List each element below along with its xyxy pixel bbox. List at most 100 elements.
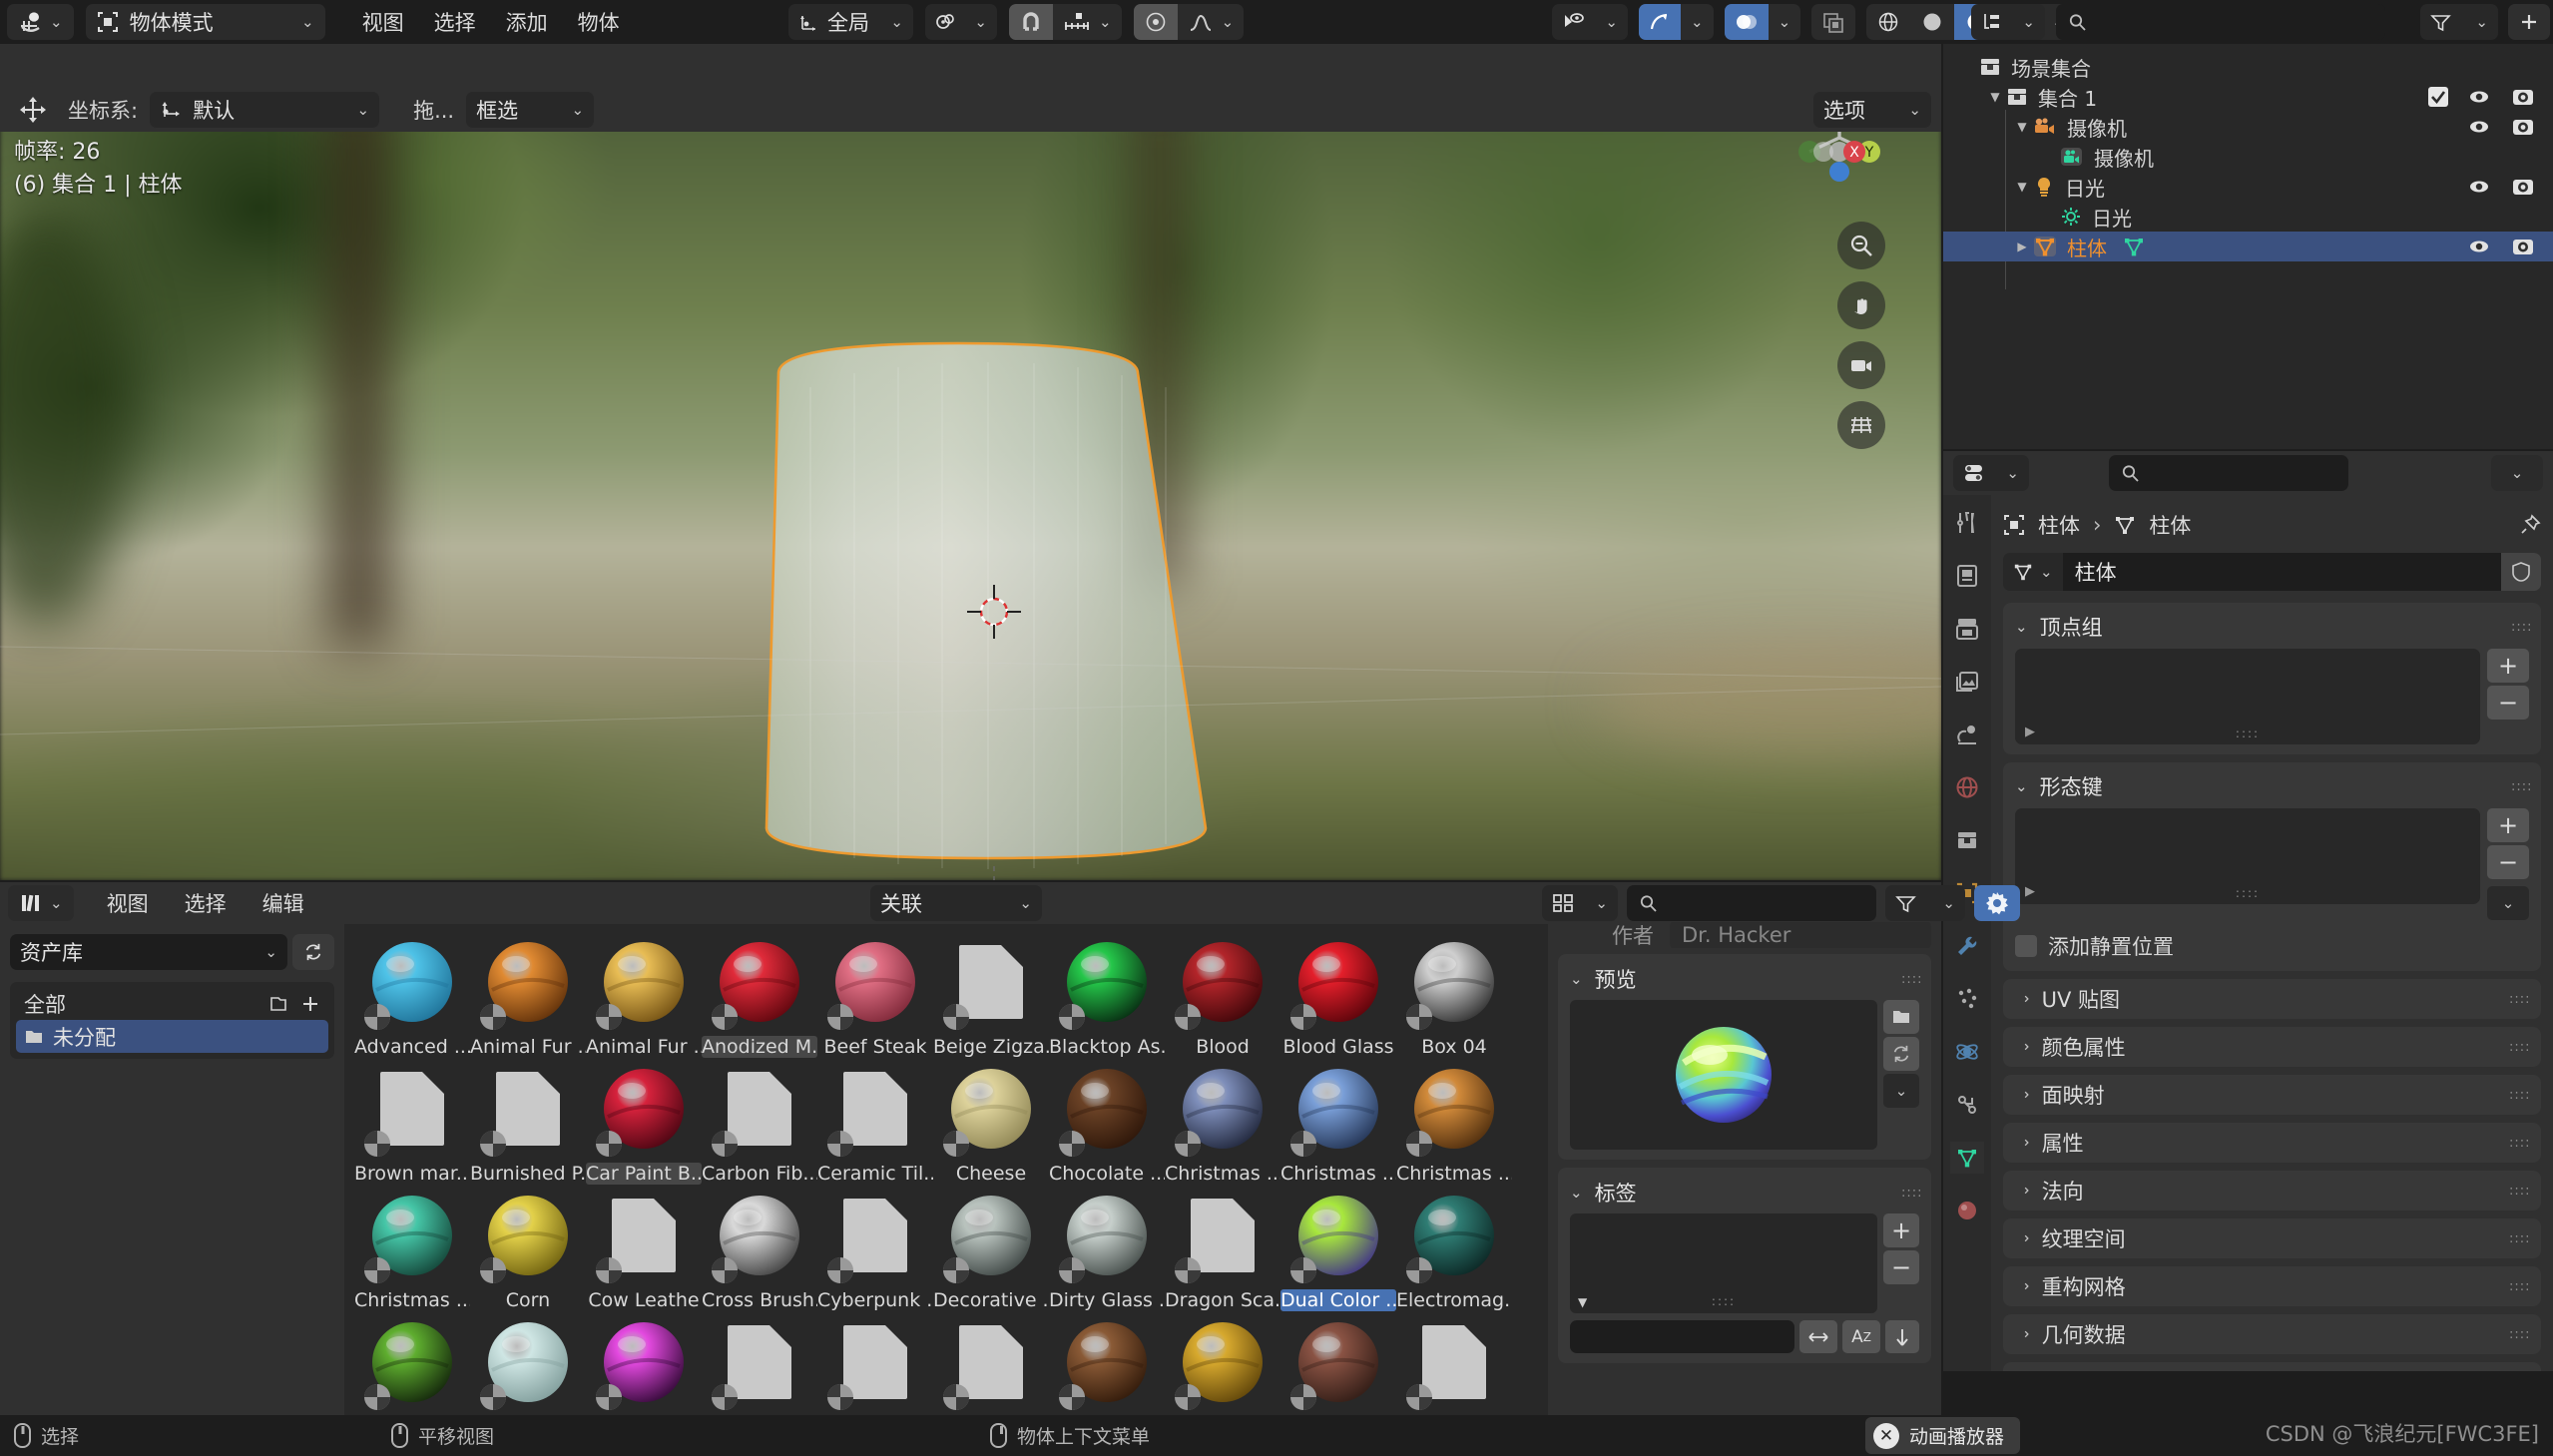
mode-selector[interactable]: 物体模式 ⌄ xyxy=(86,4,325,40)
tag-add-icon[interactable]: + xyxy=(1883,1213,1919,1247)
remove-item-button[interactable]: − xyxy=(2487,845,2529,879)
resize-horizontal-icon[interactable] xyxy=(1799,1320,1837,1353)
asset-library-panel[interactable]: 资产库 ⌄ 全部 xyxy=(0,924,344,1415)
catalog-tree[interactable]: 全部 未分配 xyxy=(10,982,334,1059)
properties-editor[interactable]: ⌄ ⌄ 柱体 › 柱体 xyxy=(1943,451,2553,1371)
asset-item[interactable]: Anodized M... xyxy=(702,930,817,1058)
asset-browser-editor[interactable]: ⌄ 视图 选择 编辑 关联 ⌄ ⌄ xyxy=(0,882,1941,1415)
asset-item[interactable]: Ceramic Til... xyxy=(817,1057,933,1185)
properties-panel[interactable]: ⌄顶点组::::▶::::+− xyxy=(2003,603,2541,754)
asset-item[interactable]: Christmas ... xyxy=(1396,1057,1512,1185)
properties-panel-collapsed[interactable]: ⌄面映射:::: xyxy=(2003,1075,2541,1115)
asset-search-input[interactable] xyxy=(1627,885,1876,921)
constraints-tab[interactable] xyxy=(1950,1089,1984,1121)
scene-tab[interactable] xyxy=(1950,719,1984,750)
physics-tab[interactable] xyxy=(1950,1036,1984,1068)
properties-search-input[interactable] xyxy=(2109,455,2348,491)
properties-options-dropdown[interactable]: ⌄ xyxy=(2491,455,2543,491)
disable-in-render-icon[interactable] xyxy=(2511,177,2535,197)
asset-item[interactable]: Cyberpunk ... xyxy=(817,1184,933,1311)
asset-browser-editor-type-button[interactable]: ⌄ xyxy=(8,885,74,921)
outliner-checkbox[interactable] xyxy=(2427,86,2449,108)
outliner-row[interactable]: 日光 xyxy=(1943,202,2553,232)
snapping-group[interactable]: ⌄ xyxy=(1009,4,1122,40)
properties-panel-collapsed[interactable]: ⌄属性:::: xyxy=(2003,1123,2541,1163)
render-tab[interactable] xyxy=(1950,560,1984,592)
disclosure-triangle-open-icon[interactable]: ▼ xyxy=(2011,120,2033,134)
asset-item[interactable]: Gray concr xyxy=(817,1310,933,1415)
tool-tab[interactable] xyxy=(1950,507,1984,539)
transform-orientation-dropdown[interactable]: 全局 ⌄ xyxy=(788,4,913,40)
add-icon[interactable] xyxy=(300,994,320,1014)
preview-panel-header[interactable]: ⌄ 预览 :::: xyxy=(1570,964,1919,994)
properties-panel-collapsed[interactable]: ⌄自定义属性:::: xyxy=(2003,1362,2541,1371)
preview-refresh-icon[interactable] xyxy=(1883,1037,1919,1071)
checkbox-row[interactable]: 添加静置位置 xyxy=(2015,931,2529,961)
move-tool-icon[interactable] xyxy=(10,96,56,124)
menu-object[interactable]: 物体 xyxy=(563,4,635,40)
modifier-tab[interactable] xyxy=(1950,930,1984,962)
falloff-dropdown[interactable]: ⌄ xyxy=(1178,4,1245,40)
pan-view-button[interactable] xyxy=(1837,281,1885,329)
tag-input[interactable] xyxy=(1570,1320,1794,1353)
datablock-name-field[interactable]: 柱体 xyxy=(2063,553,2501,591)
tag-remove-icon[interactable]: − xyxy=(1883,1250,1919,1284)
asset-item[interactable]: Burnished P... xyxy=(470,1057,586,1185)
collection-tab[interactable] xyxy=(1950,824,1984,856)
editor-type-button[interactable]: ⌄ xyxy=(7,4,74,40)
datablock-browse-button[interactable]: ⌄ xyxy=(2003,553,2063,591)
disclosure-triangle-open-icon[interactable]: ▼ xyxy=(1984,90,2006,104)
asset-item[interactable]: Frosted Orn xyxy=(470,1310,586,1415)
close-icon[interactable]: ✕ xyxy=(1873,1423,1899,1449)
asset-item[interactable]: Blood Glass xyxy=(1280,930,1396,1058)
list-expand-triangle[interactable]: ▶ xyxy=(2025,725,2035,739)
magnet-icon[interactable] xyxy=(1009,4,1053,40)
proportional-edit-group[interactable]: ⌄ xyxy=(1134,4,1245,40)
properties-panel-collapsed[interactable]: ⌄几何数据:::: xyxy=(2003,1314,2541,1354)
properties-panel-header[interactable]: ⌄形态键:::: xyxy=(2015,772,2529,800)
shading-wireframe-button[interactable] xyxy=(1866,4,1910,40)
asset-item[interactable]: Christmas ... xyxy=(1165,1057,1280,1185)
disable-in-render-icon[interactable] xyxy=(2511,87,2535,107)
import-method-dropdown[interactable]: 关联 ⌄ xyxy=(870,885,1042,921)
world-tab[interactable] xyxy=(1950,771,1984,803)
mesh-data-icon[interactable] xyxy=(2123,236,2145,257)
preview-panel[interactable]: ⌄ 预览 :::: xyxy=(1558,954,1931,1160)
shading-solid-button[interactable] xyxy=(1910,4,1954,40)
asset-item[interactable]: Car Paint B... xyxy=(586,1057,702,1185)
tags-expand-triangle[interactable]: ▼ xyxy=(1578,1295,1587,1309)
properties-panel-collapsed[interactable]: ⌄重构网格:::: xyxy=(2003,1266,2541,1306)
outliner-search-input[interactable] xyxy=(2056,4,2385,40)
remove-item-button[interactable]: − xyxy=(2487,686,2529,720)
hide-in-viewport-icon[interactable] xyxy=(2467,87,2491,107)
outliner-row[interactable]: 摄像机 xyxy=(1943,142,2553,172)
disable-in-render-icon[interactable] xyxy=(2511,237,2535,256)
overlays-icon[interactable] xyxy=(1725,4,1769,40)
toggle-orthographic-button[interactable] xyxy=(1837,401,1885,449)
gizmo-dropdown[interactable]: ⌄ xyxy=(1681,4,1714,40)
proportional-edit-icon[interactable] xyxy=(1134,4,1178,40)
asset-item[interactable]: Beige Zigza... xyxy=(933,930,1049,1058)
viewport-canvas[interactable] xyxy=(0,88,1941,880)
add-item-button[interactable]: + xyxy=(2487,649,2529,683)
asset-item[interactable]: Glow in Dar xyxy=(586,1310,702,1415)
overlays-dropdown[interactable]: ⌄ xyxy=(1769,4,1801,40)
author-value[interactable]: Dr. Hacker xyxy=(1670,922,1931,948)
outliner-editor[interactable]: 场景集合▼集合 1▼摄像机摄像机▼日光日光▶柱体 xyxy=(1943,44,2553,449)
asset-item[interactable]: Dirty Glass ... xyxy=(1049,1184,1165,1311)
properties-panel-collapsed[interactable]: ⌄纹理空间:::: xyxy=(2003,1218,2541,1258)
datablock-name-row[interactable]: ⌄ 柱体 xyxy=(2003,553,2541,591)
outliner-row[interactable]: ▼日光 xyxy=(1943,172,2553,202)
viewport-options-dropdown[interactable]: 选项 ⌄ xyxy=(1813,92,1931,128)
asset-item[interactable]: Honeycomb xyxy=(1165,1310,1280,1415)
properties-list-box[interactable]: ▶:::: xyxy=(2015,649,2480,744)
asset-item[interactable]: Animal Fur ... xyxy=(586,930,702,1058)
asset-menu-edit[interactable]: 编辑 xyxy=(248,885,319,921)
gizmo-group[interactable]: ⌄ xyxy=(1639,4,1714,40)
zoom-view-button[interactable] xyxy=(1837,222,1885,269)
catalog-item[interactable]: 未分配 xyxy=(16,1020,328,1053)
asset-library-dropdown[interactable]: 资产库 ⌄ xyxy=(10,934,287,970)
display-mode-dropdown[interactable]: ⌄ xyxy=(1542,885,1618,921)
asset-metadata-panel[interactable]: 作者 Dr. Hacker ⌄ 预览 :::: xyxy=(1548,924,1941,1415)
sort-down-icon[interactable] xyxy=(1885,1320,1919,1353)
